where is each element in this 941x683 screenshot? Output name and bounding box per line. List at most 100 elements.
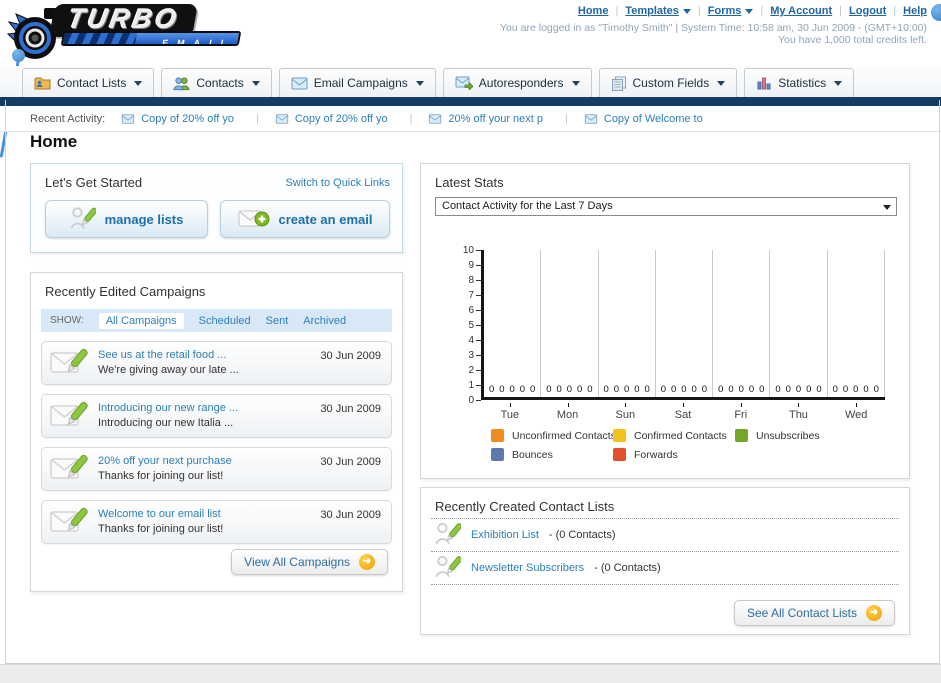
person-pencil-icon [70, 207, 96, 229]
envelope-pencil-icon [50, 401, 88, 426]
recent-activity-label: Recent Activity: [30, 112, 106, 125]
campaign-card[interactable]: See us at the retail food ... We're givi… [41, 341, 392, 385]
envelope-pencil-icon [50, 454, 88, 479]
y-tick-label: 7 [468, 289, 481, 301]
campaign-title-link[interactable]: Introducing our new range ... [98, 402, 238, 414]
contact-list-link[interactable]: Newsletter Subscribers [471, 562, 584, 574]
envelope-pencil-icon [50, 348, 88, 373]
person-pencil-icon [435, 555, 461, 578]
nav-link-templates[interactable]: Templates [625, 5, 691, 17]
campaign-card[interactable]: Welcome to our email list Thanks for joi… [41, 500, 392, 544]
contacts-icon [173, 76, 190, 90]
recent-activity-bar: Recent Activity: Copy of 20% off yo Copy… [0, 106, 941, 132]
x-tick-label: Fri [712, 403, 770, 421]
login-status-text: You are logged in as "Timothy Smith" | S… [500, 22, 927, 34]
day-group: 00000 [770, 250, 828, 397]
footer-bar [0, 664, 941, 683]
chevron-down-icon [134, 80, 143, 86]
campaign-card[interactable]: Introducing our new range ... Introducin… [41, 394, 392, 438]
nav-link-my-account[interactable]: My Account [770, 5, 832, 17]
contact-lists-icon [34, 77, 51, 89]
plot-area: 00000000000000000000000000000000000 [481, 250, 885, 400]
see-all-contact-lists-button[interactable]: See All Contact Lists ➜ [733, 600, 895, 626]
contact-lists-panel-title: Recently Created Contact Lists [435, 499, 615, 514]
person-pencil-icon [435, 522, 461, 545]
legend-entry: Bounces [491, 448, 613, 461]
nav-link-home[interactable]: Home [578, 5, 609, 17]
y-tick-label: 0 [468, 394, 481, 406]
nav-link-help[interactable]: Help [903, 5, 927, 17]
recent-activity-item[interactable]: Copy of Welcome to [584, 113, 703, 125]
tab-contacts[interactable]: Contacts [161, 68, 272, 97]
campaign-title-link[interactable]: 20% off your next purchase [98, 455, 232, 467]
app-logo: TURBO EMAIL [6, 2, 256, 62]
manage-lists-button[interactable]: manage lists [45, 200, 208, 238]
campaign-subtitle: Introducing our new Italia ... [98, 417, 234, 429]
campaign-subtitle: We're giving away our late ... [98, 364, 239, 376]
contact-list-count: - (0 Contacts) [548, 528, 616, 541]
contact-list-count: - (0 Contacts) [594, 561, 661, 574]
recent-activity-item[interactable]: 20% off your next p [428, 113, 567, 125]
tab-custom-fields[interactable]: Custom Fields [598, 68, 738, 97]
campaign-date: 30 Jun 2009 [320, 403, 381, 415]
filter-all-campaigns[interactable]: All Campaigns [98, 312, 184, 329]
create-email-button[interactable]: create an email [220, 200, 390, 238]
x-labels: Tue Mon Sun Sat Fri Thu Wed [481, 403, 885, 421]
tab-email-campaigns[interactable]: Email Campaigns [278, 68, 436, 97]
recent-activity-item[interactable]: Copy of 20% off yo [121, 113, 259, 125]
chevron-down-icon [745, 8, 754, 14]
campaign-subtitle: Thanks for joining our list! [98, 470, 224, 482]
filter-archived[interactable]: Archived [303, 315, 346, 327]
contact-list-link[interactable]: Exhibition List [471, 529, 539, 541]
navy-divider-bar [0, 97, 941, 106]
envelope-icon [275, 113, 288, 124]
contact-list-item[interactable]: Newsletter Subscribers - (0 Contacts) [431, 552, 899, 585]
nav-link-logout[interactable]: Logout [849, 5, 886, 17]
chevron-down-icon [251, 80, 260, 86]
campaigns-panel-title: Recently Edited Campaigns [45, 284, 206, 299]
campaign-card[interactable]: 20% off your next purchase Thanks for jo… [41, 447, 392, 491]
y-tick-label: 5 [468, 319, 481, 331]
top-nav: Home | Templates | Forms | My Account | Logo… [577, 5, 927, 17]
envelope-plus-icon [238, 210, 270, 227]
tab-autoresponders[interactable]: Autoresponders [442, 68, 592, 97]
view-all-campaigns-button[interactable]: View All Campaigns ➜ [231, 549, 388, 575]
logo-word-email: EMAIL [161, 38, 237, 46]
filter-scheduled[interactable]: Scheduled [199, 315, 251, 327]
envelope-icon [584, 113, 598, 124]
stats-report-select[interactable]: Contact Activity for the Last 7 Days [435, 197, 897, 216]
show-label: SHOW: [50, 315, 84, 326]
y-tick-label: 9 [468, 259, 481, 271]
y-tick-label: 1 [468, 379, 481, 391]
legend-entry: Confirmed Contacts [613, 429, 735, 442]
recent-activity-item[interactable]: Copy of 20% off yo [275, 113, 413, 125]
x-tick-label: Wed [827, 403, 885, 421]
campaign-text: Welcome to our email list Thanks for joi… [98, 508, 223, 535]
campaign-title-link[interactable]: Welcome to our email list [98, 508, 223, 520]
chevron-down-icon [415, 80, 424, 86]
contact-list-items: Exhibition List - (0 Contacts) Newslette… [431, 519, 899, 585]
day-group: 00000 [599, 250, 656, 397]
nav-link-forms[interactable]: Forms [708, 5, 754, 17]
annotation-dot [931, 4, 941, 21]
day-group: 00000 [541, 250, 599, 397]
main-nav-bar: Contact Lists Contacts Email Campaigns A… [0, 66, 941, 97]
y-tick-label: 4 [468, 334, 481, 346]
y-axis: 10 9 8 7 6 5 4 3 2 1 0 [451, 244, 481, 412]
y-tick-label: 8 [468, 274, 481, 286]
chart-legend: Unconfirmed Contacts Confirmed Contacts Un… [491, 429, 885, 461]
day-group: 00000 [656, 250, 714, 397]
filter-sent[interactable]: Sent [266, 315, 289, 327]
contact-list-item[interactable]: Exhibition List - (0 Contacts) [431, 519, 899, 552]
tab-contact-lists[interactable]: Contact Lists [22, 68, 155, 97]
legend-entry: Forwards [613, 448, 735, 461]
y-tick-label: 10 [463, 244, 481, 256]
contact-activity-chart: 10 9 8 7 6 5 4 3 2 1 0 000000000000000000000000000… [451, 244, 891, 426]
autoresponders-icon [455, 76, 473, 90]
recently-created-contact-lists-panel: Recently Created Contact Lists Exhibitio… [420, 487, 910, 635]
tab-statistics[interactable]: Statistics [744, 68, 855, 97]
get-started-buttons: manage lists create an email [45, 200, 390, 238]
campaign-title-link[interactable]: See us at the retail food ... [98, 349, 239, 361]
chevron-down-icon [834, 80, 843, 86]
switch-to-quick-links[interactable]: Switch to Quick Links [285, 177, 390, 189]
